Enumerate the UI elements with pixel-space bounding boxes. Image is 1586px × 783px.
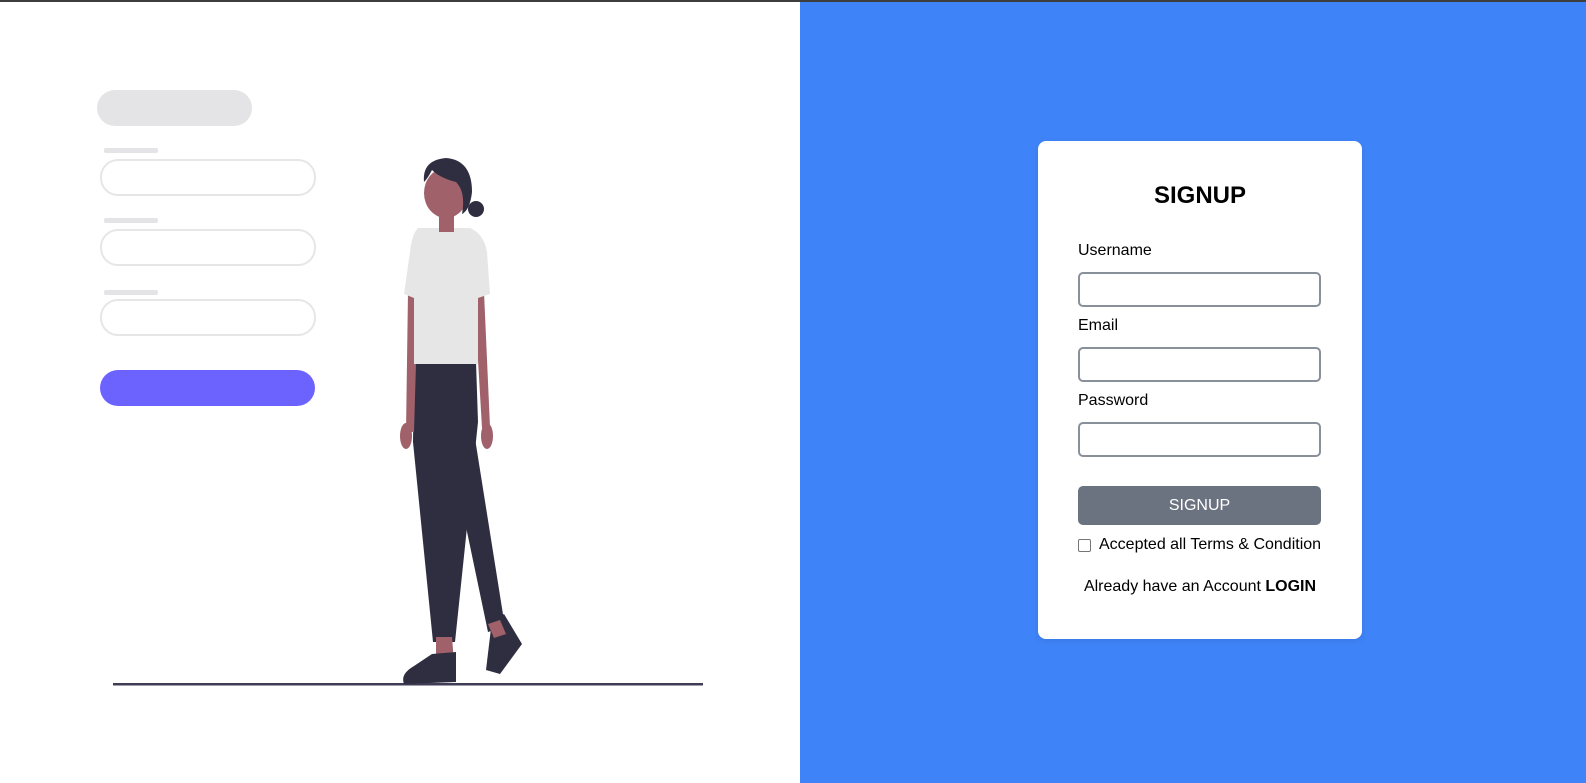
terms-checkbox[interactable] — [1078, 538, 1091, 552]
illustration-panel — [0, 2, 800, 783]
login-prompt-text: Already have an Account — [1083, 578, 1266, 595]
login-prompt-row: Already have an Account LOGIN — [1038, 578, 1362, 596]
login-link[interactable]: LOGIN — [1265, 578, 1316, 595]
signup-button[interactable]: SIGNUP — [1078, 486, 1321, 525]
username-input[interactable] — [1078, 272, 1321, 307]
signup-title: SIGNUP — [1153, 182, 1246, 209]
signup-illustration — [97, 90, 703, 686]
email-label: Email — [1078, 317, 1119, 334]
form-placeholder-icon — [97, 90, 316, 406]
password-label: Password — [1078, 392, 1149, 409]
form-panel: SIGNUP Username Email Password SIGNUP Ac… — [800, 2, 1586, 783]
email-input[interactable] — [1078, 347, 1321, 382]
username-label: Username — [1078, 242, 1152, 259]
terms-label: Accepted all Terms & Condition — [1099, 536, 1322, 553]
signup-page: SIGNUP Username Email Password SIGNUP Ac… — [0, 0, 1586, 783]
signup-card: SIGNUP Username Email Password SIGNUP Ac… — [1038, 141, 1362, 639]
terms-row: Accepted all Terms & Condition — [1078, 535, 1321, 555]
password-input[interactable] — [1078, 422, 1321, 457]
